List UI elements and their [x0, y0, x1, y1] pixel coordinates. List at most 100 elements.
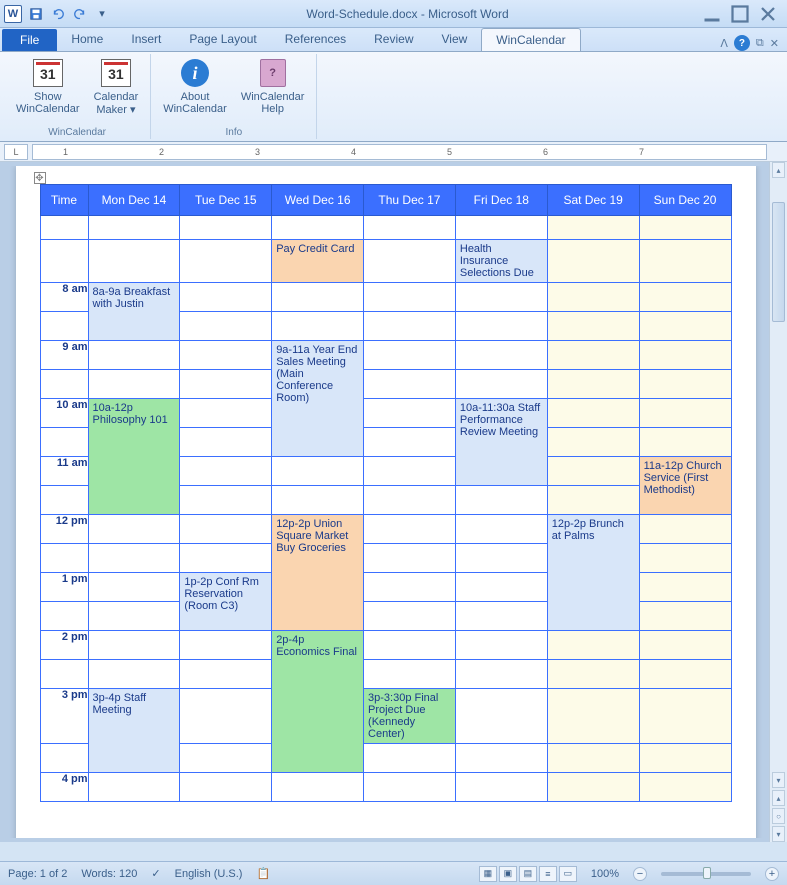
- tab-review[interactable]: Review: [360, 28, 427, 51]
- calendar-cell[interactable]: [364, 515, 456, 544]
- calendar-cell[interactable]: 1p-2p Conf Rm Reservation (Room C3): [180, 573, 272, 631]
- calendar-cell[interactable]: [547, 744, 639, 773]
- scroll-up-button[interactable]: ▴: [772, 162, 785, 178]
- calendar-cell[interactable]: [364, 457, 456, 486]
- time-cell[interactable]: 11 am: [40, 457, 88, 486]
- calendar-cell[interactable]: [180, 312, 272, 341]
- calendar-cell[interactable]: [88, 341, 180, 370]
- insert-mode-icon[interactable]: 📋: [256, 867, 270, 880]
- show-wincalendar-button[interactable]: 31ShowWinCalendar: [10, 54, 86, 126]
- print-layout-view[interactable]: ▦: [479, 866, 497, 882]
- calendar-cell[interactable]: [272, 283, 364, 312]
- calendar-cell[interactable]: [180, 515, 272, 544]
- minimize-button[interactable]: [703, 5, 721, 23]
- calendar-cell[interactable]: [272, 773, 364, 802]
- calendar-cell[interactable]: [364, 744, 456, 773]
- tab-home[interactable]: Home: [57, 28, 117, 51]
- calendar-cell[interactable]: [180, 744, 272, 773]
- calendar-cell[interactable]: [639, 370, 731, 399]
- allday-event[interactable]: Health Insurance Selections Due: [456, 240, 547, 282]
- allday-cell[interactable]: [40, 240, 88, 283]
- calendar-cell[interactable]: [180, 428, 272, 457]
- calendar-event[interactable]: 10a-12p Philosophy 101: [89, 399, 180, 514]
- time-cell[interactable]: 10 am: [40, 399, 88, 428]
- calendar-cell[interactable]: [639, 312, 731, 341]
- calendar-cell[interactable]: [455, 773, 547, 802]
- calendar-cell[interactable]: [455, 341, 547, 370]
- calendar-cell[interactable]: [364, 216, 456, 240]
- calendar-cell[interactable]: 3p-3:30p Final Project Due (Kennedy Cent…: [364, 689, 456, 744]
- calendar-cell[interactable]: [180, 283, 272, 312]
- calendar-cell[interactable]: [88, 631, 180, 660]
- calendar-cell[interactable]: [547, 399, 639, 428]
- calendar-event[interactable]: 2p-4p Economics Final: [272, 631, 363, 772]
- calendar-cell[interactable]: [639, 428, 731, 457]
- allday-cell[interactable]: [180, 240, 272, 283]
- time-cell[interactable]: 3 pm: [40, 689, 88, 744]
- calendar-maker-button[interactable]: 31CalendarMaker ▾: [88, 54, 145, 126]
- time-cell[interactable]: 1 pm: [40, 573, 88, 602]
- ribbon-restore-icon[interactable]: ⧉: [756, 37, 764, 50]
- redo-button[interactable]: [70, 4, 90, 24]
- tab-references[interactable]: References: [271, 28, 360, 51]
- calendar-cell[interactable]: [364, 312, 456, 341]
- calendar-cell[interactable]: 2p-4p Economics Final: [272, 631, 364, 773]
- calendar-cell[interactable]: [547, 283, 639, 312]
- page-indicator[interactable]: Page: 1 of 2: [8, 868, 67, 880]
- undo-button[interactable]: [48, 4, 68, 24]
- calendar-cell[interactable]: [455, 515, 547, 544]
- calendar-cell[interactable]: [88, 544, 180, 573]
- allday-cell[interactable]: [364, 240, 456, 283]
- calendar-cell[interactable]: [455, 544, 547, 573]
- calendar-cell[interactable]: [547, 312, 639, 341]
- calendar-cell[interactable]: [455, 370, 547, 399]
- calendar-cell[interactable]: [639, 631, 731, 660]
- calendar-event[interactable]: 10a-11:30a Staff Performance Review Meet…: [456, 399, 547, 485]
- time-cell[interactable]: 8 am: [40, 283, 88, 312]
- calendar-cell[interactable]: [180, 773, 272, 802]
- calendar-cell[interactable]: [88, 370, 180, 399]
- calendar-cell[interactable]: [639, 544, 731, 573]
- calendar-cell[interactable]: [364, 660, 456, 689]
- calendar-cell[interactable]: [180, 370, 272, 399]
- calendar-cell[interactable]: [639, 341, 731, 370]
- calendar-cell[interactable]: [455, 660, 547, 689]
- time-cell[interactable]: [40, 428, 88, 457]
- calendar-cell[interactable]: [364, 544, 456, 573]
- browse-object-button[interactable]: ○: [772, 808, 785, 824]
- calendar-cell[interactable]: [180, 216, 272, 240]
- calendar-cell[interactable]: [455, 312, 547, 341]
- help-icon[interactable]: ?: [734, 35, 750, 51]
- calendar-cell[interactable]: [547, 689, 639, 744]
- calendar-cell[interactable]: [88, 216, 180, 240]
- calendar-cell[interactable]: [547, 631, 639, 660]
- zoom-in-button[interactable]: +: [765, 867, 779, 881]
- tab-view[interactable]: View: [428, 28, 482, 51]
- zoom-slider-thumb[interactable]: [703, 867, 711, 879]
- calendar-cell[interactable]: [547, 370, 639, 399]
- prev-page-button[interactable]: ▴: [772, 790, 785, 806]
- calendar-cell[interactable]: [639, 744, 731, 773]
- time-cell[interactable]: 4 pm: [40, 773, 88, 802]
- calendar-cell[interactable]: 10a-12p Philosophy 101: [88, 399, 180, 515]
- fullscreen-view[interactable]: ▣: [499, 866, 517, 882]
- calendar-event[interactable]: 1p-2p Conf Rm Reservation (Room C3): [180, 573, 271, 630]
- allday-cell[interactable]: [88, 240, 180, 283]
- calendar-cell[interactable]: [88, 573, 180, 602]
- calendar-cell[interactable]: [547, 341, 639, 370]
- calendar-cell[interactable]: [180, 341, 272, 370]
- calendar-cell[interactable]: [547, 486, 639, 515]
- zoom-percent[interactable]: 100%: [591, 868, 619, 880]
- calendar-cell[interactable]: [180, 660, 272, 689]
- allday-cell[interactable]: Health Insurance Selections Due: [455, 240, 547, 283]
- outline-view[interactable]: ≡: [539, 866, 557, 882]
- close-button[interactable]: [759, 5, 777, 23]
- calendar-cell[interactable]: [547, 428, 639, 457]
- calendar-cell[interactable]: [364, 773, 456, 802]
- spellcheck-icon[interactable]: ✓: [151, 867, 160, 880]
- calendar-cell[interactable]: [547, 216, 639, 240]
- allday-cell[interactable]: Pay Credit Card: [272, 240, 364, 283]
- calendar-event[interactable]: 12p-2p Union Square Market Buy Groceries: [272, 515, 363, 630]
- about-wincalendar-button[interactable]: iAboutWinCalendar: [157, 54, 233, 126]
- save-button[interactable]: [26, 4, 46, 24]
